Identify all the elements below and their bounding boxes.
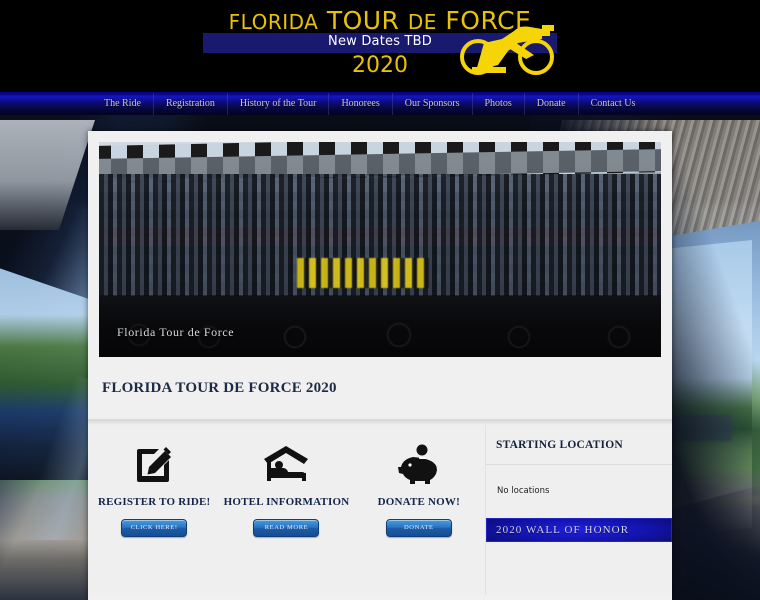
hotel-read-more-button[interactable]: READ MORE [253,519,320,537]
hero-yellow-jerseys [297,258,429,288]
hero-caption: Florida Tour de Force [117,325,235,339]
main-navigation: The Ride Registration History of the Tou… [0,92,760,115]
nav-item-contact-us[interactable]: Contact Us [579,93,648,115]
piggy-bank-icon [353,441,485,487]
feature-donate: DONATE NOW! DONATE [353,441,485,595]
nav-item-donate[interactable]: Donate [525,93,579,115]
page-root: FLORIDA TOUR DE FORCE New Dates TBD 2020 [0,0,760,600]
pencil-note-icon [88,441,220,487]
nav-item-registration[interactable]: Registration [154,93,228,115]
feature-hotel-label: HOTEL INFORMATION [223,496,350,508]
cyclist-icon [458,13,558,79]
donate-button[interactable]: DONATE [385,519,452,537]
banner-title: FLORIDA TOUR DE FORCE [0,6,760,35]
site-banner: FLORIDA TOUR DE FORCE New Dates TBD 2020 [0,0,760,92]
sidebar-bottom-panel [486,542,672,592]
hotel-bed-icon [220,441,352,487]
nav-item-honorees[interactable]: Honorees [329,93,393,115]
banner-title-tour: TOUR [326,6,400,35]
register-click-here-button[interactable]: CLICK HERE! [121,519,188,537]
nav-item-history-of-the-tour[interactable]: History of the Tour [228,93,330,115]
page-title: FLORIDA TOUR DE FORCE 2020 [102,380,337,396]
wall-of-honor-bar[interactable]: 2020 WALL OF HONOR [486,518,672,542]
banner-title-de: DE [407,10,437,34]
banner-title-florida: FLORIDA [228,10,319,34]
feature-donate-label: DONATE NOW! [377,496,460,508]
nav-item-the-ride[interactable]: The Ride [92,93,154,115]
feature-register-label: REGISTER TO RIDE! [97,496,211,508]
lower-section: REGISTER TO RIDE! CLICK HERE! HOTEL INFO… [88,425,672,595]
feature-register: REGISTER TO RIDE! CLICK HERE! [88,441,220,595]
nav-item-photos[interactable]: Photos [473,93,525,115]
nav-item-our-sponsors[interactable]: Our Sponsors [393,93,473,115]
feature-columns: REGISTER TO RIDE! CLICK HERE! HOTEL INFO… [88,425,485,595]
no-locations-text: No locations [497,486,550,496]
hero-image[interactable]: Florida Tour de Force [99,142,661,357]
sidebar: STARTING LOCATION No locations 2020 WALL… [485,425,672,595]
content-container: Florida Tour de Force FLORIDA TOUR DE FO… [88,131,672,600]
feature-hotel: HOTEL INFORMATION READ MORE [220,441,352,595]
starting-location-title: STARTING LOCATION [496,439,623,451]
